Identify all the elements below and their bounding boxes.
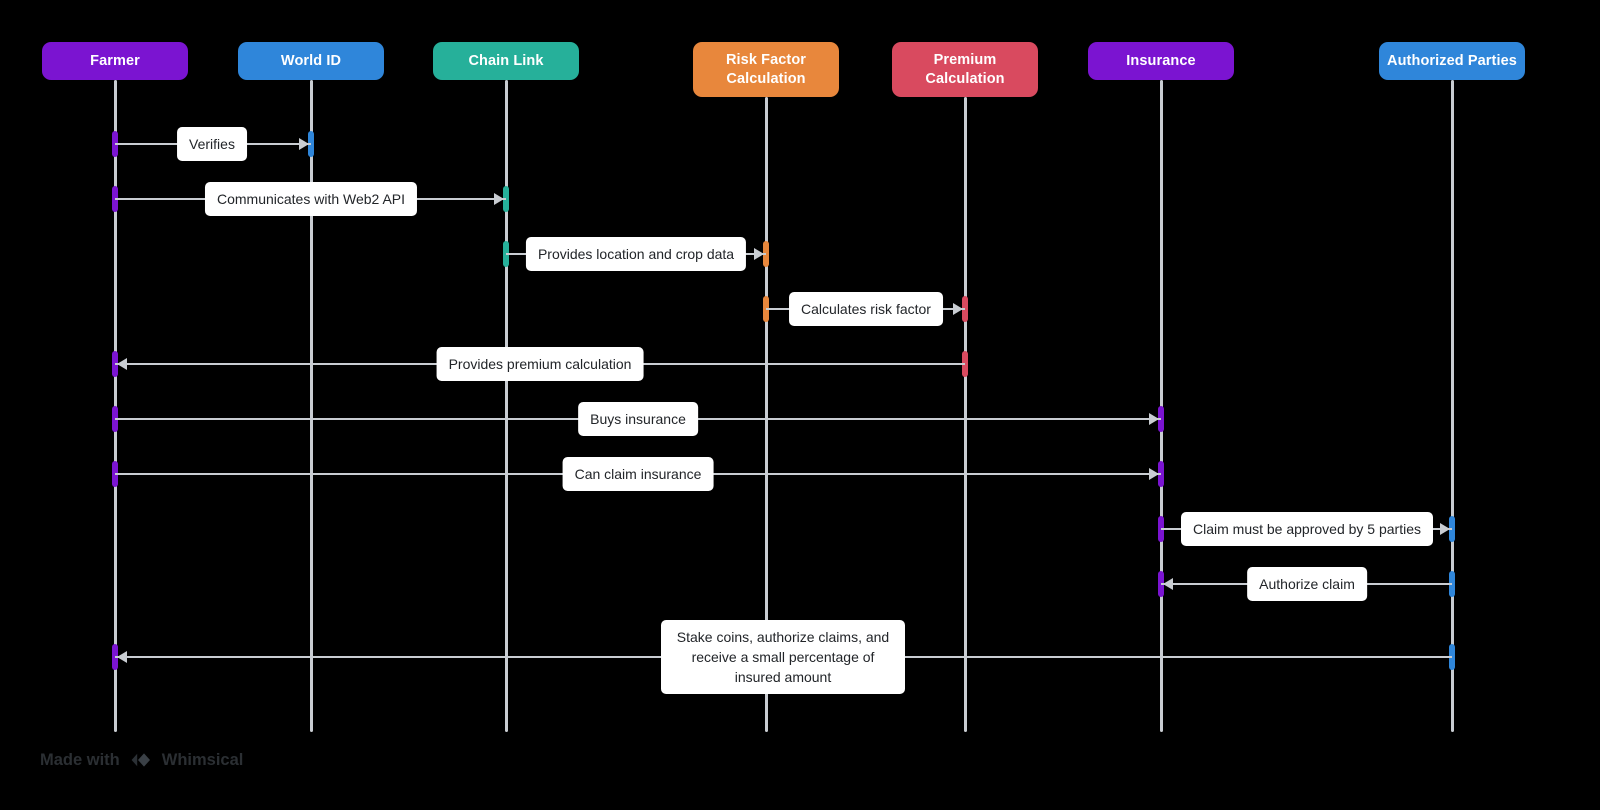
- actor-label: World ID: [280, 52, 342, 69]
- message-arrowhead-m6: [1149, 413, 1159, 425]
- message-label-m6[interactable]: Buys insurance: [578, 402, 698, 436]
- watermark-brand: Whimsical: [161, 750, 244, 769]
- actor-label: Authorized Parties: [1387, 52, 1517, 69]
- actor-premium[interactable]: Premium Calculation: [892, 42, 1038, 97]
- message-label-m5[interactable]: Provides premium calculation: [436, 347, 644, 381]
- sequence-diagram-canvas: Made with Whimsical Farmer World ID Chain …: [0, 0, 1600, 810]
- actor-label: Premium Calculation: [925, 51, 1005, 87]
- message-label-m8[interactable]: Claim must be approved by 5 parties: [1181, 512, 1433, 546]
- actor-worldid[interactable]: World ID: [238, 42, 384, 80]
- whimsical-logo-icon: [131, 753, 150, 767]
- actor-chainlink[interactable]: Chain Link: [433, 42, 579, 80]
- actor-insurance[interactable]: Insurance: [1088, 42, 1234, 80]
- message-label-m2[interactable]: Communicates with Web2 API: [204, 182, 418, 216]
- message-arrowhead-m1: [299, 138, 309, 150]
- actor-label: Risk Factor Calculation: [725, 51, 807, 87]
- message-label-m1[interactable]: Verifies: [177, 127, 247, 161]
- message-label-m10[interactable]: Stake coins, authorize claims, and recei…: [661, 620, 905, 694]
- actor-riskfactor[interactable]: Risk Factor Calculation: [693, 42, 839, 97]
- message-label-m4[interactable]: Calculates risk factor: [789, 292, 943, 326]
- message-label-m7[interactable]: Can claim insurance: [562, 457, 714, 491]
- message-arrowhead-m3: [754, 248, 764, 260]
- lifeline-premium: [964, 97, 967, 732]
- actor-farmer[interactable]: Farmer: [42, 42, 188, 80]
- whimsical-watermark: Made with Whimsical: [40, 750, 243, 770]
- message-arrowhead-m7: [1149, 468, 1159, 480]
- message-arrowhead-m5: [117, 358, 127, 370]
- watermark-prefix: Made with: [40, 750, 120, 769]
- message-arrowhead-m4: [953, 303, 963, 315]
- lifeline-worldid: [310, 80, 313, 732]
- actor-label: Chain Link: [468, 52, 544, 69]
- actor-label: Insurance: [1126, 52, 1196, 69]
- message-arrowhead-m9: [1163, 578, 1173, 590]
- message-arrowhead-m2: [494, 193, 504, 205]
- actor-label: Farmer: [90, 52, 140, 69]
- lifeline-parties: [1451, 80, 1454, 732]
- actor-parties[interactable]: Authorized Parties: [1379, 42, 1525, 80]
- message-arrowhead-m8: [1440, 523, 1450, 535]
- message-label-m3[interactable]: Provides location and crop data: [525, 237, 747, 271]
- message-label-m9[interactable]: Authorize claim: [1247, 567, 1367, 601]
- message-arrowhead-m10: [117, 651, 127, 663]
- lifeline-chainlink: [505, 80, 508, 732]
